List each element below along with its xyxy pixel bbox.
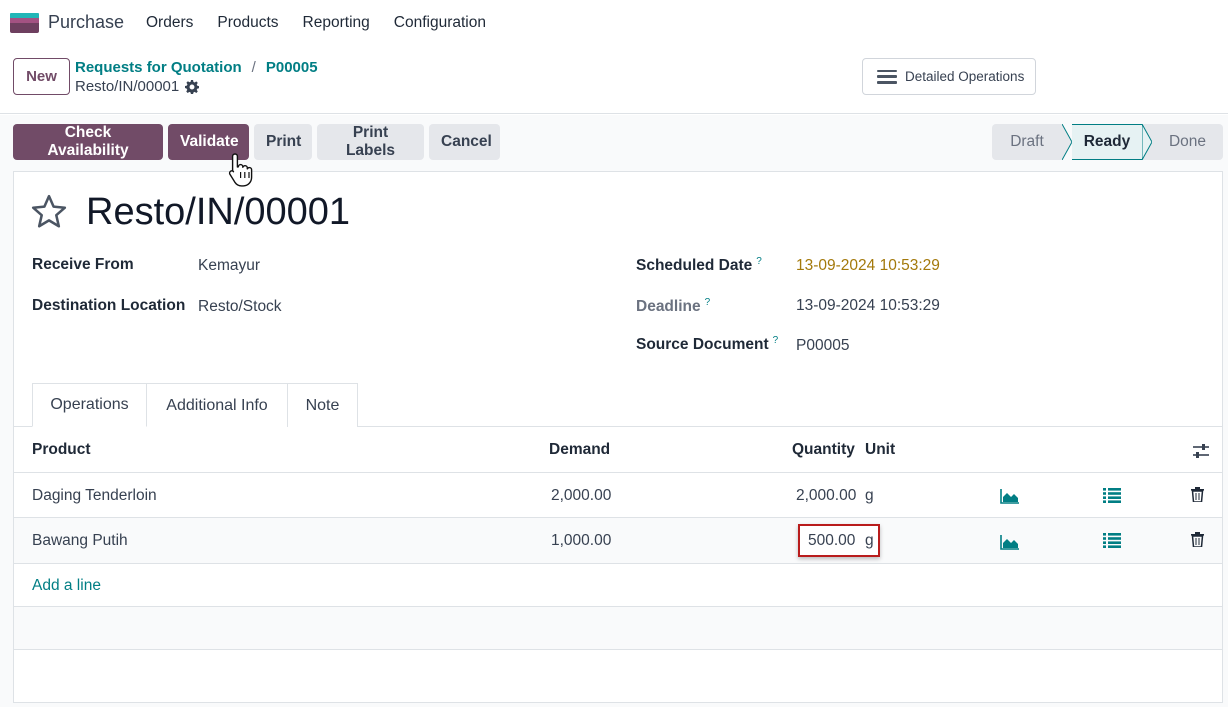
record-name: Resto/IN/00001 <box>75 78 180 95</box>
star-icon[interactable] <box>30 193 68 231</box>
current-record: Resto/IN/00001 <box>75 78 200 95</box>
hamburger-icon <box>877 69 897 84</box>
scheduled-date-label: Scheduled Date? <box>636 256 762 275</box>
notebook-tabs: Operations Additional Info Note <box>32 383 358 427</box>
stage-draft[interactable]: Draft <box>992 124 1062 160</box>
settings-sliders-icon[interactable] <box>1192 443 1210 459</box>
row-divider <box>14 649 1222 650</box>
stage-done-label: Done <box>1168 133 1207 150</box>
stage-draft-label: Draft <box>1010 133 1044 150</box>
cancel-button[interactable]: Cancel <box>429 124 500 160</box>
record-title: Resto/IN/00001 <box>86 191 351 233</box>
stage-ready-label: Ready <box>1083 133 1131 150</box>
destination-location-label: Destination Location <box>32 297 186 314</box>
tab-additional-info[interactable]: Additional Info <box>146 383 288 427</box>
details-list-icon[interactable] <box>1103 487 1121 503</box>
hand-pointer-cursor-icon <box>228 153 253 187</box>
stage-arrow <box>1062 124 1072 160</box>
stage-done[interactable]: Done <box>1152 124 1223 160</box>
tab-additional-info-label: Additional Info <box>166 396 268 414</box>
purchase-app-icon[interactable] <box>10 13 39 33</box>
row-divider <box>14 472 1222 473</box>
deadline-field[interactable]: 13-09-2024 10:53:29 <box>796 297 940 315</box>
tab-note-label: Note <box>305 396 340 414</box>
main-menu: Orders Products Reporting Configuration <box>146 14 486 32</box>
receive-from-field[interactable]: Kemayur <box>198 257 260 275</box>
print-button[interactable]: Print <box>254 124 312 160</box>
detailed-operations-button[interactable]: Detailed Operations <box>862 58 1036 95</box>
scheduled-date-label-text: Scheduled Date <box>636 257 753 275</box>
forecast-chart-icon[interactable] <box>1000 488 1020 504</box>
check-availability-button[interactable]: Check Availability <box>13 124 163 160</box>
stage-arrow <box>1142 124 1152 160</box>
row-demand: 2,000.00 <box>551 487 612 504</box>
column-demand[interactable]: Demand <box>549 441 610 459</box>
help-icon[interactable]: ? <box>756 256 762 267</box>
new-button[interactable]: New <box>13 58 70 95</box>
row-hover-background <box>14 518 1222 563</box>
row-product[interactable]: Daging Tenderloin <box>32 487 157 505</box>
menu-orders[interactable]: Orders <box>146 14 193 32</box>
gear-icon[interactable] <box>185 79 200 94</box>
add-line-link[interactable]: Add a line <box>32 577 101 595</box>
row-quantity[interactable]: 2,000.00 <box>796 487 856 505</box>
tab-operations[interactable]: Operations <box>32 383 147 427</box>
column-quantity[interactable]: Quantity <box>792 441 855 459</box>
row-product[interactable]: Bawang Putih <box>32 532 128 550</box>
row-quantity[interactable]: 500.00 <box>808 532 855 550</box>
tab-operations-label: Operations <box>50 396 129 413</box>
breadcrumb-rfq[interactable]: Requests for Quotation <box>75 59 242 76</box>
help-icon[interactable]: ? <box>773 335 779 346</box>
detailed-operations-label: Detailed Operations <box>905 69 1025 84</box>
deadline-label: Deadline? <box>636 297 710 316</box>
menu-configuration[interactable]: Configuration <box>394 14 486 32</box>
tab-note[interactable]: Note <box>287 383 358 427</box>
breadcrumb-separator: / <box>251 59 256 76</box>
column-product[interactable]: Product <box>32 441 91 459</box>
row-unit: g <box>865 532 874 549</box>
trash-icon[interactable] <box>1191 532 1204 547</box>
row-demand: 1,000.00 <box>551 532 612 549</box>
menu-products[interactable]: Products <box>217 14 278 32</box>
source-document-field[interactable]: P00005 <box>796 337 849 355</box>
stage-ready[interactable]: Ready <box>1072 124 1142 160</box>
app-name[interactable]: Purchase <box>48 12 124 33</box>
destination-location-field[interactable]: Resto/Stock <box>198 298 282 316</box>
print-labels-button[interactable]: Print Labels <box>317 124 424 160</box>
details-list-icon[interactable] <box>1103 532 1121 548</box>
control-panel: New Requests for Quotation / P00005 Rest… <box>0 46 1228 114</box>
row-unit: g <box>865 487 874 504</box>
source-document-label: Source Document? <box>636 335 778 354</box>
row-divider <box>14 563 1222 564</box>
column-unit[interactable]: Unit <box>865 441 895 459</box>
source-document-label-text: Source Document <box>636 336 769 354</box>
forecast-chart-icon[interactable] <box>1000 534 1020 550</box>
scheduled-date-field[interactable]: 13-09-2024 10:53:29 <box>796 257 940 275</box>
receive-from-label: Receive From <box>32 256 134 273</box>
deadline-label-text: Deadline <box>636 298 701 316</box>
help-icon[interactable]: ? <box>705 297 711 308</box>
status-bar: Draft Ready Done <box>992 124 1223 160</box>
empty-row <box>14 607 1222 649</box>
breadcrumb-po[interactable]: P00005 <box>266 59 318 76</box>
breadcrumb: Requests for Quotation / P00005 <box>75 59 318 76</box>
trash-icon[interactable] <box>1191 487 1204 502</box>
top-navbar: Purchase Orders Products Reporting Confi… <box>0 0 1228 46</box>
menu-reporting[interactable]: Reporting <box>303 14 370 32</box>
